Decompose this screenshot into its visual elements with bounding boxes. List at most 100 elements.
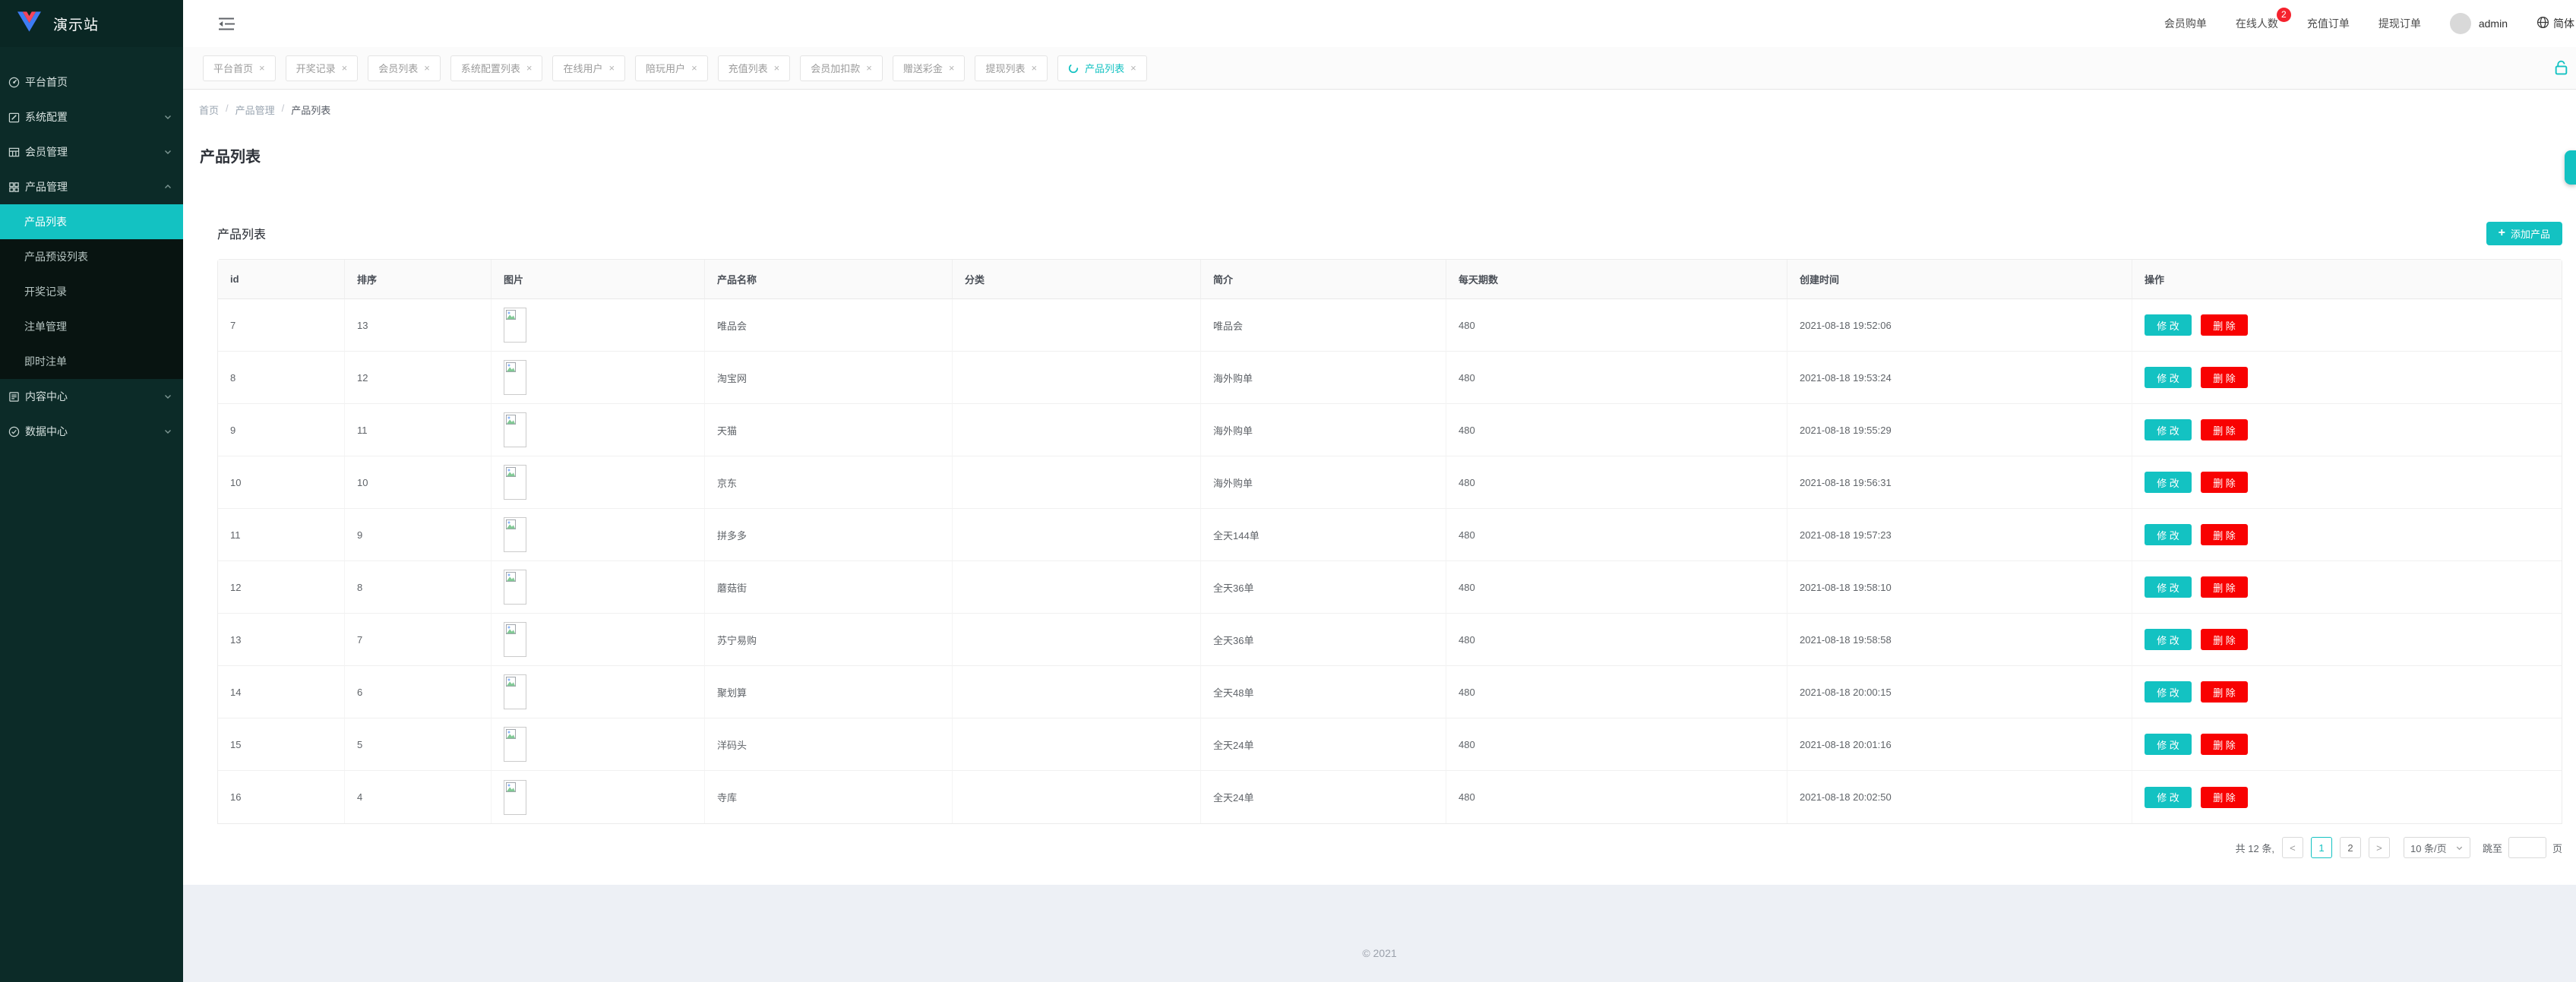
- table-row: 146聚划算全天48单4802021-08-18 20:00:15修 改删 除: [218, 666, 2562, 718]
- delete-button[interactable]: 删 除: [2201, 576, 2248, 598]
- sidebar-subitem-3-2[interactable]: 开奖记录: [0, 274, 183, 309]
- tab-10[interactable]: 产品列表×: [1057, 55, 1147, 81]
- sidebar-subitem-3-3[interactable]: 注单管理: [0, 309, 183, 344]
- topbar-link-recharge-orders[interactable]: 充值订单: [2307, 16, 2350, 31]
- tab-0[interactable]: 平台首页×: [203, 55, 276, 81]
- delete-button[interactable]: 删 除: [2201, 787, 2248, 808]
- table-row: 128蘑菇街全天36单4802021-08-18 19:58:10修 改删 除: [218, 561, 2562, 614]
- topbar-link-online-count[interactable]: 在线人数 2: [2236, 16, 2278, 31]
- page-button-1[interactable]: 1: [2311, 837, 2332, 858]
- edit-button[interactable]: 修 改: [2145, 314, 2192, 336]
- sidebar-subitem-3-1[interactable]: 产品预设列表: [0, 239, 183, 274]
- jump-page-input[interactable]: [2508, 837, 2546, 858]
- cell-id: 9: [218, 404, 345, 456]
- cell-sort: 4: [345, 771, 491, 823]
- sidebar-subitem-3-4[interactable]: 即时注单: [0, 344, 183, 379]
- tab-7[interactable]: 会员加扣款×: [800, 55, 883, 81]
- broken-image-placeholder: [504, 727, 526, 762]
- topbar: 会员购单 在线人数 2 充值订单 提现订单 admin: [183, 0, 2576, 47]
- cell-created: 2021-08-18 20:01:16: [1787, 718, 2132, 771]
- brand-logo[interactable]: 演示站: [0, 0, 183, 47]
- cell-created: 2021-08-18 19:55:29: [1787, 404, 2132, 456]
- breadcrumb-item-1[interactable]: 产品管理: [235, 103, 275, 117]
- language-switcher[interactable]: 简体: [2536, 16, 2574, 31]
- tab-6[interactable]: 充值列表×: [718, 55, 791, 81]
- cell-category: [953, 456, 1201, 509]
- sidebar-item-0[interactable]: 平台首页: [0, 65, 183, 99]
- cell-actions: 修 改删 除: [2132, 666, 2562, 718]
- cell-id: 12: [218, 561, 345, 614]
- sidebar-subitem-3-0[interactable]: 产品列表: [0, 204, 183, 239]
- cell-image: [491, 666, 705, 718]
- tab-close-icon[interactable]: ×: [1032, 62, 1038, 74]
- edit-button[interactable]: 修 改: [2145, 419, 2192, 440]
- vue-logo-icon: [17, 11, 41, 36]
- delete-button[interactable]: 删 除: [2201, 734, 2248, 755]
- delete-button[interactable]: 删 除: [2201, 629, 2248, 650]
- topbar-link-withdraw-orders[interactable]: 提现订单: [2378, 16, 2421, 31]
- settings-drawer-handle[interactable]: [2565, 150, 2576, 185]
- cell-id: 10: [218, 456, 345, 509]
- cell-sort: 8: [345, 561, 491, 614]
- tab-close-icon[interactable]: ×: [949, 62, 955, 74]
- delete-button[interactable]: 删 除: [2201, 472, 2248, 493]
- tab-4[interactable]: 在线用户×: [552, 55, 625, 81]
- tab-close-icon[interactable]: ×: [526, 62, 533, 74]
- next-page-button[interactable]: >: [2369, 837, 2390, 858]
- unlock-icon[interactable]: [2553, 60, 2569, 79]
- table-header-row: id排序图片产品名称分类简介每天期数创建时间操作: [218, 260, 2562, 299]
- tab-close-icon[interactable]: ×: [342, 62, 348, 74]
- sidebar-item-2[interactable]: 会员管理: [0, 134, 183, 169]
- tab-9[interactable]: 提现列表×: [975, 55, 1048, 81]
- broken-image-placeholder: [504, 465, 526, 500]
- tab-close-icon[interactable]: ×: [608, 62, 615, 74]
- topbar-link-member-orders[interactable]: 会员购单: [2164, 16, 2207, 31]
- sidebar-item-1[interactable]: 系统配置: [0, 99, 183, 134]
- tab-close-icon[interactable]: ×: [774, 62, 780, 74]
- tab-close-icon[interactable]: ×: [866, 62, 872, 74]
- tab-3[interactable]: 系统配置列表×: [450, 55, 543, 81]
- cell-image: [491, 352, 705, 404]
- sidebar-collapse-icon[interactable]: [218, 17, 235, 31]
- sidebar-submenu: 产品列表产品预设列表开奖记录注单管理即时注单: [0, 204, 183, 379]
- cell-id: 8: [218, 352, 345, 404]
- edit-button[interactable]: 修 改: [2145, 524, 2192, 545]
- tab-5[interactable]: 陪玩用户×: [635, 55, 708, 81]
- online-count-badge: 2: [2277, 8, 2291, 22]
- sidebar-item-4[interactable]: 内容中心: [0, 379, 183, 414]
- delete-button[interactable]: 删 除: [2201, 419, 2248, 440]
- chevron-up-icon: [163, 182, 172, 191]
- tab-close-icon[interactable]: ×: [259, 62, 265, 74]
- edit-button[interactable]: 修 改: [2145, 629, 2192, 650]
- page-button-2[interactable]: 2: [2340, 837, 2361, 858]
- tab-close-icon[interactable]: ×: [1130, 62, 1136, 74]
- page-size-select[interactable]: 10 条/页: [2404, 837, 2470, 858]
- add-product-button[interactable]: + 添加产品: [2486, 222, 2562, 245]
- grid-icon: [8, 181, 20, 193]
- tab-close-icon[interactable]: ×: [424, 62, 430, 74]
- language-label: 简体: [2553, 16, 2574, 31]
- edit-button[interactable]: 修 改: [2145, 576, 2192, 598]
- delete-button[interactable]: 删 除: [2201, 314, 2248, 336]
- topbar-right: 会员购单 在线人数 2 充值订单 提现订单 admin: [2164, 13, 2576, 34]
- tab-8[interactable]: 赠送彩金×: [893, 55, 966, 81]
- tab-1[interactable]: 开奖记录×: [286, 55, 359, 81]
- edit-button[interactable]: 修 改: [2145, 472, 2192, 493]
- delete-button[interactable]: 删 除: [2201, 367, 2248, 388]
- edit-button[interactable]: 修 改: [2145, 734, 2192, 755]
- cell-intro: 全天24单: [1201, 718, 1446, 771]
- delete-button[interactable]: 删 除: [2201, 681, 2248, 703]
- tab-close-icon[interactable]: ×: [691, 62, 697, 74]
- sidebar-item-5[interactable]: 数据中心: [0, 414, 183, 449]
- tab-2[interactable]: 会员列表×: [368, 55, 441, 81]
- user-menu[interactable]: admin: [2450, 13, 2508, 34]
- prev-page-button[interactable]: <: [2282, 837, 2303, 858]
- sidebar-item-3[interactable]: 产品管理: [0, 169, 183, 204]
- page-content: 首页/产品管理/产品列表 产品列表 产品列表 + 添加产品 i: [183, 90, 2576, 885]
- page-buttons: 12: [2311, 837, 2361, 858]
- edit-button[interactable]: 修 改: [2145, 787, 2192, 808]
- delete-button[interactable]: 删 除: [2201, 524, 2248, 545]
- edit-button[interactable]: 修 改: [2145, 367, 2192, 388]
- breadcrumb-item-0[interactable]: 首页: [199, 103, 219, 117]
- edit-button[interactable]: 修 改: [2145, 681, 2192, 703]
